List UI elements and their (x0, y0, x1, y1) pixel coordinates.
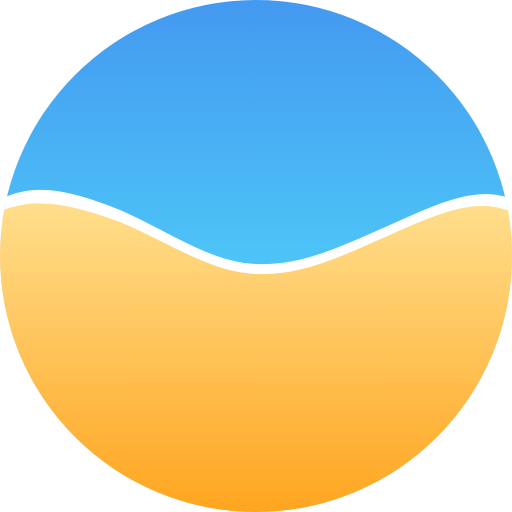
logo-canvas (0, 0, 512, 512)
sky-and-sand-circle-icon (0, 0, 512, 512)
